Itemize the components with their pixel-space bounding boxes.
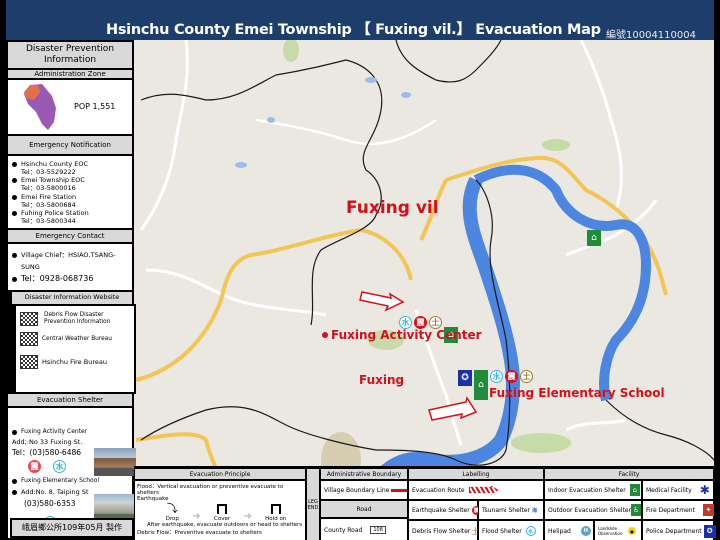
evacuation-map-page: Hsinchu County Emei Township 【 Fuxing vi… xyxy=(0,0,720,540)
major-road xyxy=(135,228,362,382)
minor-road xyxy=(255,118,437,146)
village-boundary xyxy=(395,40,502,83)
website-item[interactable]: Central Weather Bureau xyxy=(20,332,130,347)
minor-road xyxy=(565,418,627,432)
notification-item: Hsinchu County EOC Tel：03-5529222 xyxy=(12,160,128,176)
outdoor-shelter-icon: ♿ xyxy=(631,504,642,516)
helipad-icon: H xyxy=(580,526,591,536)
emergency-notification-heading: Emergency Notification xyxy=(6,134,134,156)
fire-department-legend: Fire Department ✦ xyxy=(642,500,714,520)
emergency-contact-box: Village Chief：HSIAO,TSANG-SUNG Tel：0928-… xyxy=(6,242,134,292)
flood-shelter-icon: 水 xyxy=(490,370,503,383)
landslide-observation-legend: Landslide Observation ● xyxy=(594,520,642,540)
flood-shelter-icon: 水 xyxy=(53,460,66,473)
medical-facility-legend: Medical Facility ✱ xyxy=(642,480,714,500)
medical-facility-icon: ✱ xyxy=(699,483,710,497)
village-boundary xyxy=(605,399,714,461)
activity-center-marker xyxy=(322,332,328,338)
activity-center-photo xyxy=(94,448,136,476)
qr-code-icon[interactable] xyxy=(20,355,38,370)
outdoor-shelter-legend: Outdoor Evacuation Shelter ♿ xyxy=(544,500,642,520)
flood-shelter-icon: 水 xyxy=(525,526,536,536)
notification-item: Fuhing Police Station Tel：03-5800344 xyxy=(12,209,128,225)
shelter-item: Fuxing Elementary School xyxy=(12,477,130,485)
pond xyxy=(267,117,275,123)
minor-road xyxy=(579,40,623,211)
population: POP 1,551 xyxy=(74,102,116,111)
legend-label: LEGEND xyxy=(306,468,320,540)
website-item[interactable]: Hsinchu Fire Bureau xyxy=(20,355,130,370)
helipad-legend: Helipad H xyxy=(544,520,594,540)
village-boundary-legend: Village Boundary Line xyxy=(320,480,408,500)
sidebar-title: Disaster Prevention Information xyxy=(6,40,134,70)
page-title: Hsinchu County Emei Township 【 Fuxing vi… xyxy=(106,22,601,38)
minor-road xyxy=(145,268,327,317)
police-department-legend: Police Department ✪ xyxy=(642,520,716,540)
fuxing-label: Fuxing xyxy=(359,373,405,387)
activity-center-label[interactable]: Fuxing Activity Center xyxy=(331,328,482,342)
evacuation-route-arrow xyxy=(359,291,405,312)
evacuation-route-legend: Evacuation Route xyxy=(408,480,544,500)
indoor-shelter-legend: Indoor Evacuation Shelter ⌂ xyxy=(544,480,642,500)
evacuation-route-icon xyxy=(468,485,499,495)
tsunami-shelter-legend: Tsunami Shelter 海 xyxy=(478,500,544,520)
tsunami-shelter-icon: 海 xyxy=(529,505,539,515)
park-area xyxy=(511,433,571,453)
major-road xyxy=(360,228,413,281)
police-department-icon: ✪ xyxy=(703,524,716,538)
pond xyxy=(401,92,411,98)
village-boundary xyxy=(140,59,383,326)
admin-boundary-heading: Administrative Boundary xyxy=(320,468,408,480)
park-area xyxy=(283,40,299,62)
police-department-icon: ✪ xyxy=(458,370,472,386)
elementary-school-label[interactable]: Fuxing Elementary School xyxy=(489,386,665,400)
qr-code-icon[interactable] xyxy=(20,312,38,327)
evac-principle-box: Flood：Vertical evacuation or preventive … xyxy=(134,480,306,540)
township-map-icon xyxy=(24,84,56,130)
info-sidebar: Disaster Prevention Information Administ… xyxy=(6,40,136,540)
labelling-heading: Labelling xyxy=(408,468,544,480)
village-label: Fuxing vil xyxy=(346,198,439,218)
chief-phone: Tel：0928-068736 xyxy=(21,273,94,283)
village-chief: Village Chief：HSIAO,TSANG-SUNG xyxy=(21,251,116,272)
county-road-legend: County Road 108 xyxy=(320,518,408,540)
website-list: Debris Flow Disaster Prevention Informat… xyxy=(14,304,136,394)
road-heading: Road xyxy=(320,500,408,518)
facility-heading: Facility xyxy=(544,468,714,480)
admin-zone-box: POP 1,551 xyxy=(6,78,134,136)
park-area xyxy=(542,139,570,151)
pond xyxy=(235,162,247,168)
fire-department-icon: ✦ xyxy=(702,504,714,516)
minor-road xyxy=(139,40,189,231)
indoor-shelter-icon: ⌂ xyxy=(587,230,601,246)
emergency-notification-list: Hsinchu County EOC Tel：03-5529222 Emei To… xyxy=(6,154,134,232)
qr-code-icon[interactable] xyxy=(20,332,38,347)
indoor-outdoor-shelter-icon: ⌂ xyxy=(474,370,488,400)
earthquake-shelter-icon: 震 xyxy=(505,370,518,383)
drop-cover-hold-steps: ⤵ Drop ➜ Cover ➜ Hold on xyxy=(165,502,287,522)
indoor-shelter-icon: ⌂ xyxy=(629,484,640,496)
website-item[interactable]: Debris Flow Disaster Prevention Informat… xyxy=(20,312,130,327)
legend: Evacuation Principle Flood：Vertical evac… xyxy=(134,466,716,540)
notification-item: Emei Fire Station Tel：03-5800684 xyxy=(12,193,128,209)
map-code: 編號10004110004 xyxy=(606,30,696,41)
flood-shelter-legend: Flood Shelter 水 xyxy=(478,520,544,540)
pond xyxy=(365,77,377,83)
debris-flow-shelter-icon: 土 xyxy=(520,370,533,383)
landslide-observation-icon: ● xyxy=(628,527,636,535)
river xyxy=(473,164,652,402)
earthquake-shelter-legend: Earthquake Shelter 震 xyxy=(408,500,481,520)
footer-credit: 峨眉鄉公所109年05月 製作 xyxy=(10,518,134,538)
header-bar: Hsinchu County Emei Township 【 Fuxing vi… xyxy=(6,0,714,41)
earthquake-shelter-icon: 震 xyxy=(28,460,41,473)
notification-item: Emei Township EOC Tel：03-5800016 xyxy=(12,176,128,192)
debris-flow-shelter-legend: Debris Flow Shelter 土 xyxy=(408,520,479,540)
shelter-item: Fuxing Activity Center xyxy=(12,428,130,436)
evac-principle-heading: Evacuation Principle xyxy=(134,468,306,480)
